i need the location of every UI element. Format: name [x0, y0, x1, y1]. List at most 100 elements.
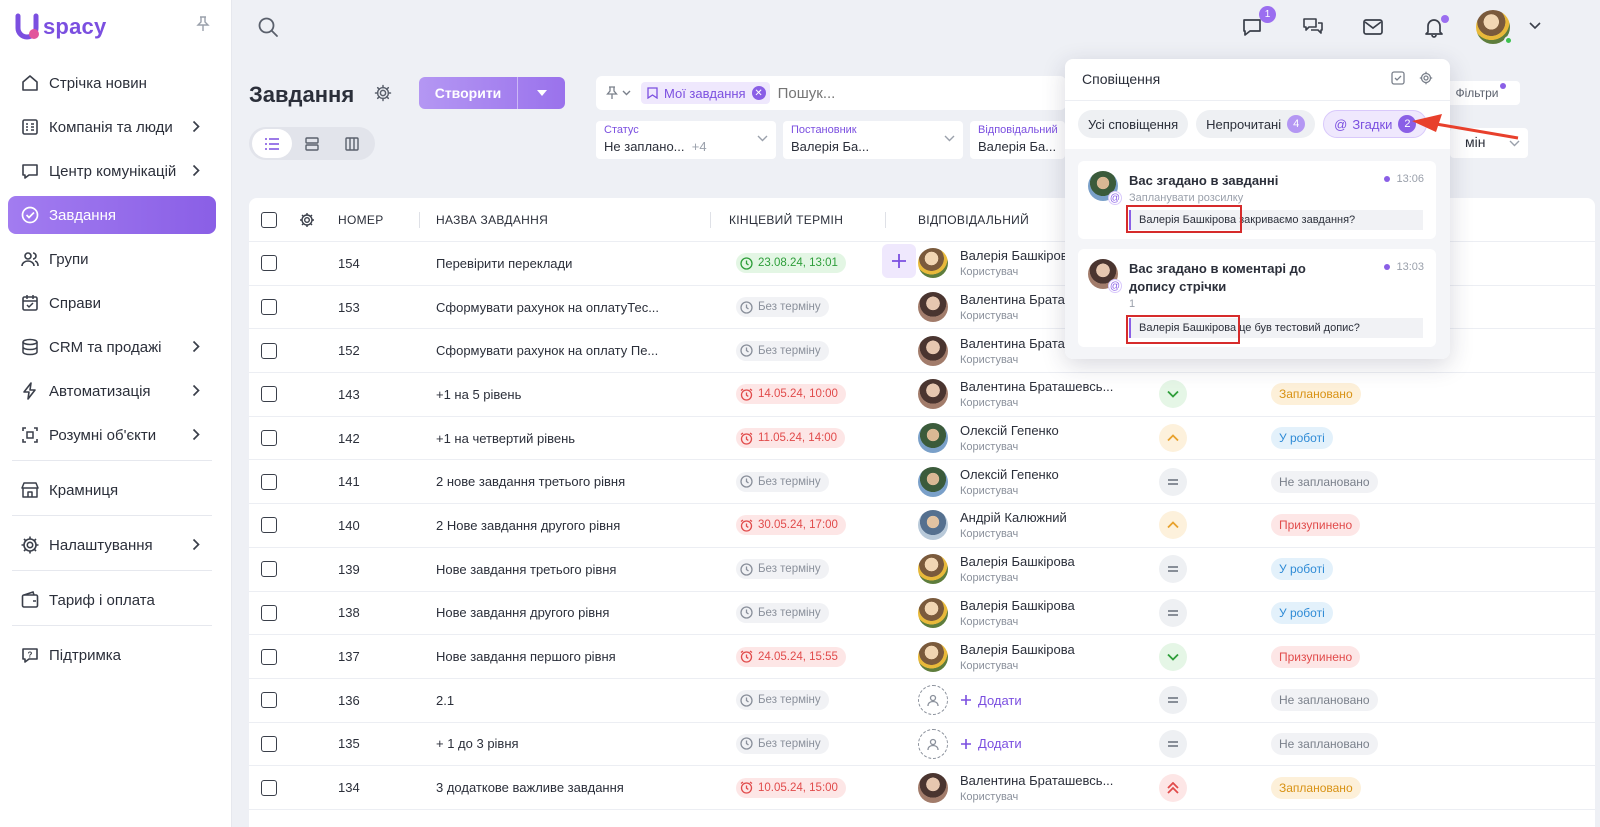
sidebar-item[interactable]: Справи: [8, 284, 216, 322]
notification-subject[interactable]: 1: [1129, 298, 1135, 310]
pin-dropdown-chevron-icon[interactable]: [622, 90, 631, 96]
task-name[interactable]: Сформувати рахунок на оплатуТес...: [436, 300, 659, 315]
deadline-badge[interactable]: Без терміну: [736, 690, 829, 711]
priority-normal-icon[interactable]: [1159, 555, 1187, 584]
table-row[interactable]: 137 Нове завдання першого рівня 24.05.24, …: [249, 635, 1595, 679]
list-view-icon[interactable]: [252, 129, 292, 158]
row-checkbox[interactable]: [261, 604, 277, 621]
deadline-badge[interactable]: 23.08.24, 13:01: [736, 253, 846, 274]
deadline-badge[interactable]: Без терміну: [736, 559, 829, 580]
create-dropdown-caret-icon[interactable]: [518, 90, 565, 96]
responsible-avatar[interactable]: [918, 379, 948, 410]
column-divider[interactable]: [710, 212, 711, 228]
table-row[interactable]: 143 +1 на 5 рівень 14.05.24, 10:00 Валентин…: [249, 373, 1595, 417]
mark-all-read-icon[interactable]: [1391, 71, 1405, 85]
sidebar-item[interactable]: Групи: [8, 240, 216, 278]
row-checkbox[interactable]: [261, 386, 277, 403]
deadline-badge[interactable]: Без терміну: [736, 602, 829, 623]
priority-normal-icon[interactable]: [1159, 467, 1187, 496]
empty-user-icon[interactable]: [918, 728, 948, 759]
priority-medium-icon[interactable]: [1159, 424, 1187, 453]
task-name[interactable]: 2.1: [436, 693, 454, 708]
priority-high-icon[interactable]: [1159, 773, 1187, 802]
table-row[interactable]: 140 2 Нове завдання другого рівня 30.05.24…: [249, 504, 1595, 548]
filters-button[interactable]: Фільтри: [1440, 81, 1520, 105]
deadline-cell[interactable]: Без терміну: [736, 733, 829, 754]
columns-settings-gear-icon[interactable]: [299, 212, 315, 228]
responsible-name[interactable]: Валерія Башкірова: [960, 642, 1075, 657]
notification-settings-gear-icon[interactable]: [1419, 71, 1433, 85]
responsible-filter[interactable]: Відповідальний Валерія Ба...: [970, 121, 1065, 159]
row-checkbox[interactable]: [261, 255, 277, 272]
deadline-badge[interactable]: Без терміну: [736, 297, 829, 318]
status-badge[interactable]: Заплановано: [1271, 776, 1361, 799]
status-badge[interactable]: Не заплановано: [1271, 689, 1378, 712]
deadline-badge[interactable]: 11.05.24, 14:00: [736, 428, 846, 449]
deadline-cell[interactable]: 11.05.24, 14:00: [736, 428, 846, 449]
task-name[interactable]: +1 на 5 рівень: [436, 387, 521, 402]
responsible-avatar[interactable]: [918, 248, 948, 279]
sidebar-item[interactable]: CRM та продажі: [8, 328, 216, 366]
messages-icon[interactable]: [1302, 16, 1324, 38]
row-checkbox[interactable]: [261, 473, 277, 490]
responsible-avatar[interactable]: [918, 510, 948, 541]
responsible-avatar[interactable]: [918, 641, 948, 672]
table-row[interactable]: 139 Нове завдання третього рівня Без термі…: [249, 548, 1595, 592]
deadline-badge[interactable]: 24.05.24, 15:55: [736, 646, 846, 667]
tab-unread[interactable]: Непрочитані 4: [1196, 110, 1316, 138]
task-name[interactable]: Нове завдання першого рівня: [436, 649, 616, 664]
responsible-avatar[interactable]: [918, 423, 948, 454]
creator-filter[interactable]: Постановник Валерія Ба...: [783, 121, 963, 159]
responsible-name[interactable]: Валентина Брата: [960, 292, 1065, 307]
header-name[interactable]: НАЗВА ЗАВДАННЯ: [436, 213, 548, 227]
deadline-badge[interactable]: Без терміну: [736, 471, 829, 492]
responsible-avatar[interactable]: [918, 772, 948, 803]
deadline-badge[interactable]: 10.05.24, 15:00: [736, 777, 846, 798]
header-responsible[interactable]: ВІДПОВІДАЛЬНИЙ: [918, 213, 1029, 227]
responsible-name[interactable]: Валентина Браташевсь...: [960, 773, 1113, 788]
sidebar-item[interactable]: Стрічка новин: [8, 64, 216, 102]
header-deadline[interactable]: КІНЦЕВИЙ ТЕРМІН: [729, 213, 843, 227]
row-checkbox[interactable]: [261, 648, 277, 665]
row-checkbox[interactable]: [261, 779, 277, 796]
page-settings-gear-icon[interactable]: [374, 84, 392, 102]
deadline-cell[interactable]: Без терміну: [736, 471, 829, 492]
task-name[interactable]: Нове завдання другого рівня: [436, 605, 609, 620]
table-row[interactable]: 142 +1 на четвертий рівень 11.05.24, 14:00…: [249, 417, 1595, 461]
global-search-icon[interactable]: [257, 16, 279, 38]
deadline-badge[interactable]: Без терміну: [736, 340, 829, 361]
pin-filter-icon[interactable]: [606, 86, 618, 100]
responsible-name[interactable]: Валерія Башкірова: [960, 248, 1075, 263]
sidebar-item[interactable]: Компанія та люди: [8, 108, 216, 146]
responsible-name[interactable]: Валерія Башкірова: [960, 598, 1075, 613]
task-name[interactable]: Перевірити переклади: [436, 256, 572, 271]
sidebar-item[interactable]: Крамниця: [8, 471, 216, 509]
task-name[interactable]: 3 додаткове важливе завдання: [436, 780, 624, 795]
deadline-cell[interactable]: Без терміну: [736, 690, 829, 711]
task-name[interactable]: + 1 до 3 рівня: [436, 736, 519, 751]
column-divider[interactable]: [419, 212, 420, 228]
mail-icon[interactable]: [1362, 16, 1384, 38]
pin-sidebar-icon[interactable]: [196, 16, 210, 32]
row-checkbox[interactable]: [261, 430, 277, 447]
priority-low-icon[interactable]: [1159, 642, 1187, 671]
cards-view-icon[interactable]: [292, 129, 332, 158]
responsible-name[interactable]: Валентина Браташевсь...: [960, 379, 1113, 394]
responsible-name[interactable]: Валентина Брата: [960, 336, 1065, 351]
task-name[interactable]: 2 нове завдання третього рівня: [436, 474, 625, 489]
sidebar-item[interactable]: ? Підтримка: [8, 636, 216, 674]
row-checkbox[interactable]: [261, 692, 277, 709]
task-name[interactable]: 2 Нове завдання другого рівня: [436, 518, 620, 533]
add-responsible-link[interactable]: Додати: [960, 693, 1022, 708]
sidebar-item[interactable]: Налаштування: [8, 526, 216, 564]
kanban-view-icon[interactable]: [332, 129, 372, 158]
deadline-cell[interactable]: Без терміну: [736, 297, 829, 318]
sidebar-item[interactable]: Автоматизація: [8, 372, 216, 410]
chevron-down-icon[interactable]: [1529, 22, 1541, 30]
row-checkbox[interactable]: [261, 299, 277, 316]
row-checkbox[interactable]: [261, 342, 277, 359]
table-row[interactable]: 136 2.1 Без терміну Додати Не заплановано: [249, 679, 1595, 723]
add-column-plus-icon[interactable]: [882, 244, 916, 278]
sidebar-item[interactable]: Тариф і оплата: [8, 581, 216, 619]
my-tasks-filter-chip[interactable]: Мої завдання ✕: [641, 82, 770, 104]
